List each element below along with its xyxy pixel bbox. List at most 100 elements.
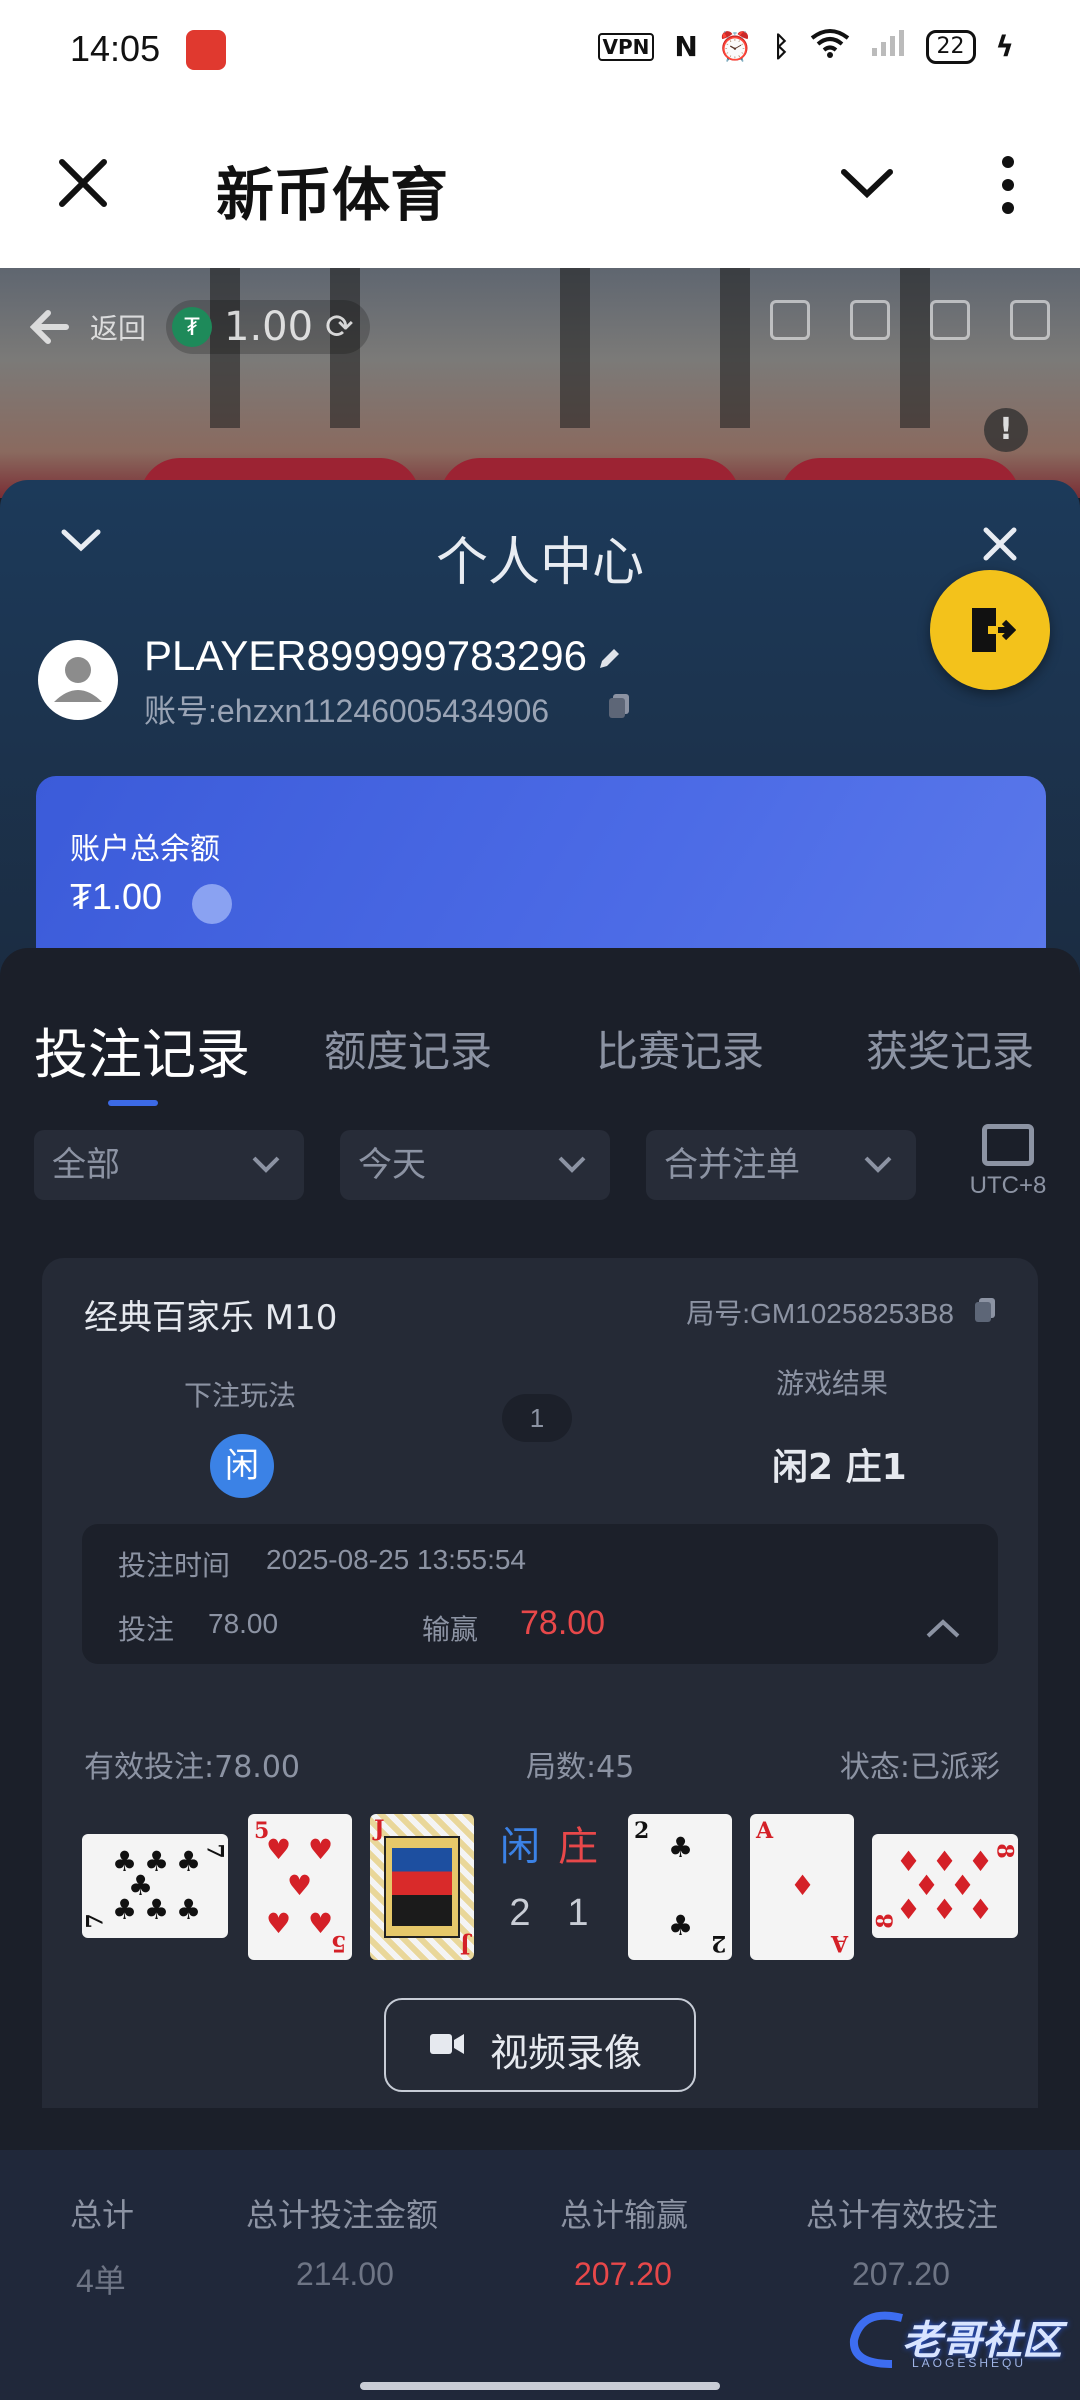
cards-row: 7 7 ♣ ♣ ♣ ♣ ♣ ♣ ♣ 5 5 ♥ ♥ ♥ ♥ ♥ J J 闲 2 … [82, 1814, 1018, 1964]
video-toolbar: 返回 ₮ 1.00 ⟳ [30, 300, 370, 354]
refresh-icon[interactable]: ⟳ [325, 307, 354, 347]
result-label: 游戏结果 [776, 1367, 889, 1400]
bet-time-label: 投注时间 [118, 1549, 231, 1582]
timezone-label: UTC+8 [969, 1172, 1047, 1199]
back-arrow-icon[interactable] [30, 309, 70, 345]
back-label[interactable]: 返回 [90, 307, 146, 347]
total-valid-value: 207.20 [852, 2256, 950, 2292]
more-icon[interactable] [990, 154, 1026, 216]
chevron-up-icon[interactable] [924, 1616, 962, 1640]
account-value: ehzxn11246005434906 [216, 693, 550, 729]
chevron-down-icon [558, 1156, 586, 1173]
valid-bet: 有效投注:78.00 [84, 1750, 300, 1785]
result-value: 闲2 庄1 [772, 1447, 907, 1488]
bet-amount-label: 投注 [118, 1613, 175, 1646]
tab-award-records[interactable]: 获奖记录 [866, 1018, 1034, 1079]
chevron-down-icon [252, 1156, 280, 1173]
card-rank: J [459, 1932, 470, 1958]
bet-detail-box: 投注时间 2025-08-25 13:55:54 投注 78.00 输赢 78.… [82, 1524, 998, 1664]
card-rank: J [374, 1816, 385, 1842]
edit-icon[interactable] [596, 646, 622, 672]
player-score: 2 [509, 1892, 531, 1934]
total-orders-value: 4单 [76, 2263, 126, 2299]
date-filter[interactable]: 今天 [340, 1130, 610, 1200]
account-line: 账号:ehzxn11246005434906 [144, 686, 549, 732]
card-rank: 8 [872, 1913, 899, 1929]
video-balance: ₮ 1.00 ⟳ [166, 300, 370, 354]
player-column: 闲 2 [490, 1814, 550, 1935]
logout-button[interactable] [930, 570, 1050, 690]
refresh-icon[interactable] [192, 884, 232, 924]
card-suit: ♣ [668, 1831, 694, 1864]
playing-card: 2 2 ♣ ♣ [628, 1814, 732, 1960]
card-rank: 2 [634, 1818, 650, 1844]
video-right-icons [770, 300, 1050, 340]
chevron-down-icon [864, 1156, 892, 1173]
type-filter-value: 全部 [52, 1145, 120, 1185]
card-suit: ♣ [144, 1893, 170, 1926]
banker-label: 庄 [558, 1824, 598, 1870]
card-rank: 7 [201, 1843, 228, 1859]
nfc-icon: N [674, 30, 698, 63]
watermark-subtext: LAOGESHEQU [912, 2356, 1027, 2370]
home-indicator[interactable] [360, 2382, 720, 2390]
sound-icon[interactable] [930, 300, 970, 340]
card-rank: A [830, 1930, 848, 1956]
card-suit: ♣ [176, 1845, 202, 1878]
game-name: 经典百家乐 M10 [84, 1298, 338, 1338]
grid-icon[interactable] [1010, 300, 1050, 340]
video-replay-button[interactable]: 视频录像 [384, 1998, 696, 2092]
copy-icon[interactable] [972, 1296, 998, 1324]
banker-column: 庄 1 [548, 1814, 608, 1935]
tab-bet-records[interactable]: 投注记录 [34, 1010, 250, 1089]
chevron-down-icon[interactable] [838, 160, 896, 206]
tab-credit-records[interactable]: 额度记录 [324, 1018, 492, 1079]
video-replay-label: 视频录像 [490, 2031, 643, 2075]
total-bet-value: 214.00 [296, 2256, 394, 2292]
close-icon[interactable] [52, 152, 114, 214]
battery-icon: 22 [925, 29, 976, 64]
total-orders-label: 总计 [70, 2196, 135, 2234]
video-camera-icon [430, 2034, 464, 2054]
page-title: 新币体育 [216, 161, 449, 229]
alert-icon[interactable]: ! [984, 408, 1028, 452]
banker-score: 1 [567, 1892, 589, 1934]
bet-time-value: 2025-08-25 13:55:54 [266, 1544, 526, 1575]
balance-card: 账户总余额 ₮1.00 [36, 776, 1046, 966]
calendar-button[interactable]: UTC+8 [968, 1124, 1048, 1204]
card-rank: 2 [710, 1930, 726, 1956]
card-suit: ♥ [266, 1833, 292, 1866]
status-bar: 14:05 VPN N ⏰ ᛒ 22 ϟ [0, 0, 1080, 100]
close-icon[interactable] [980, 524, 1020, 564]
settlement-status: 状态:已派彩 [839, 1750, 1000, 1785]
notes-icon[interactable] [770, 300, 810, 340]
screen-icon[interactable] [850, 300, 890, 340]
card-suit: ♣ [668, 1909, 694, 1942]
bluetooth-icon: ᛒ [772, 30, 790, 63]
tab-match-records[interactable]: 比赛记录 [596, 1018, 764, 1079]
account-label: 账号: [144, 693, 217, 729]
player-name: PLAYER899999783296 [144, 632, 587, 679]
bet-type-chip: 闲 [210, 1434, 274, 1498]
card-rank: 7 [82, 1913, 109, 1929]
round-id: 局号:GM10258253B8 [686, 1298, 954, 1329]
card-suit: ♣ [112, 1893, 138, 1926]
video-balance-value: 1.00 [224, 304, 314, 350]
bet-type-label: 下注玩法 [184, 1379, 297, 1412]
total-win-value: 207.20 [574, 2256, 672, 2292]
avatar [38, 640, 118, 720]
app-notification-icon [186, 30, 226, 70]
copy-icon[interactable] [606, 692, 632, 720]
merge-filter[interactable]: 合并注单 [646, 1130, 916, 1200]
card-suit: ♥ [266, 1907, 292, 1940]
merge-filter-value: 合并注单 [664, 1145, 800, 1185]
total-valid-label: 总计有效投注 [806, 2196, 999, 2234]
charging-icon: ϟ [995, 30, 1014, 63]
card-suit: ♥ [308, 1833, 334, 1866]
type-filter[interactable]: 全部 [34, 1130, 304, 1200]
coin-icon: ₮ [172, 307, 213, 347]
round-count: 局数:45 [526, 1750, 635, 1785]
title-bar: 新币体育 [0, 100, 1080, 268]
wifi-icon [810, 28, 850, 65]
card-suit: ♥ [308, 1907, 334, 1940]
